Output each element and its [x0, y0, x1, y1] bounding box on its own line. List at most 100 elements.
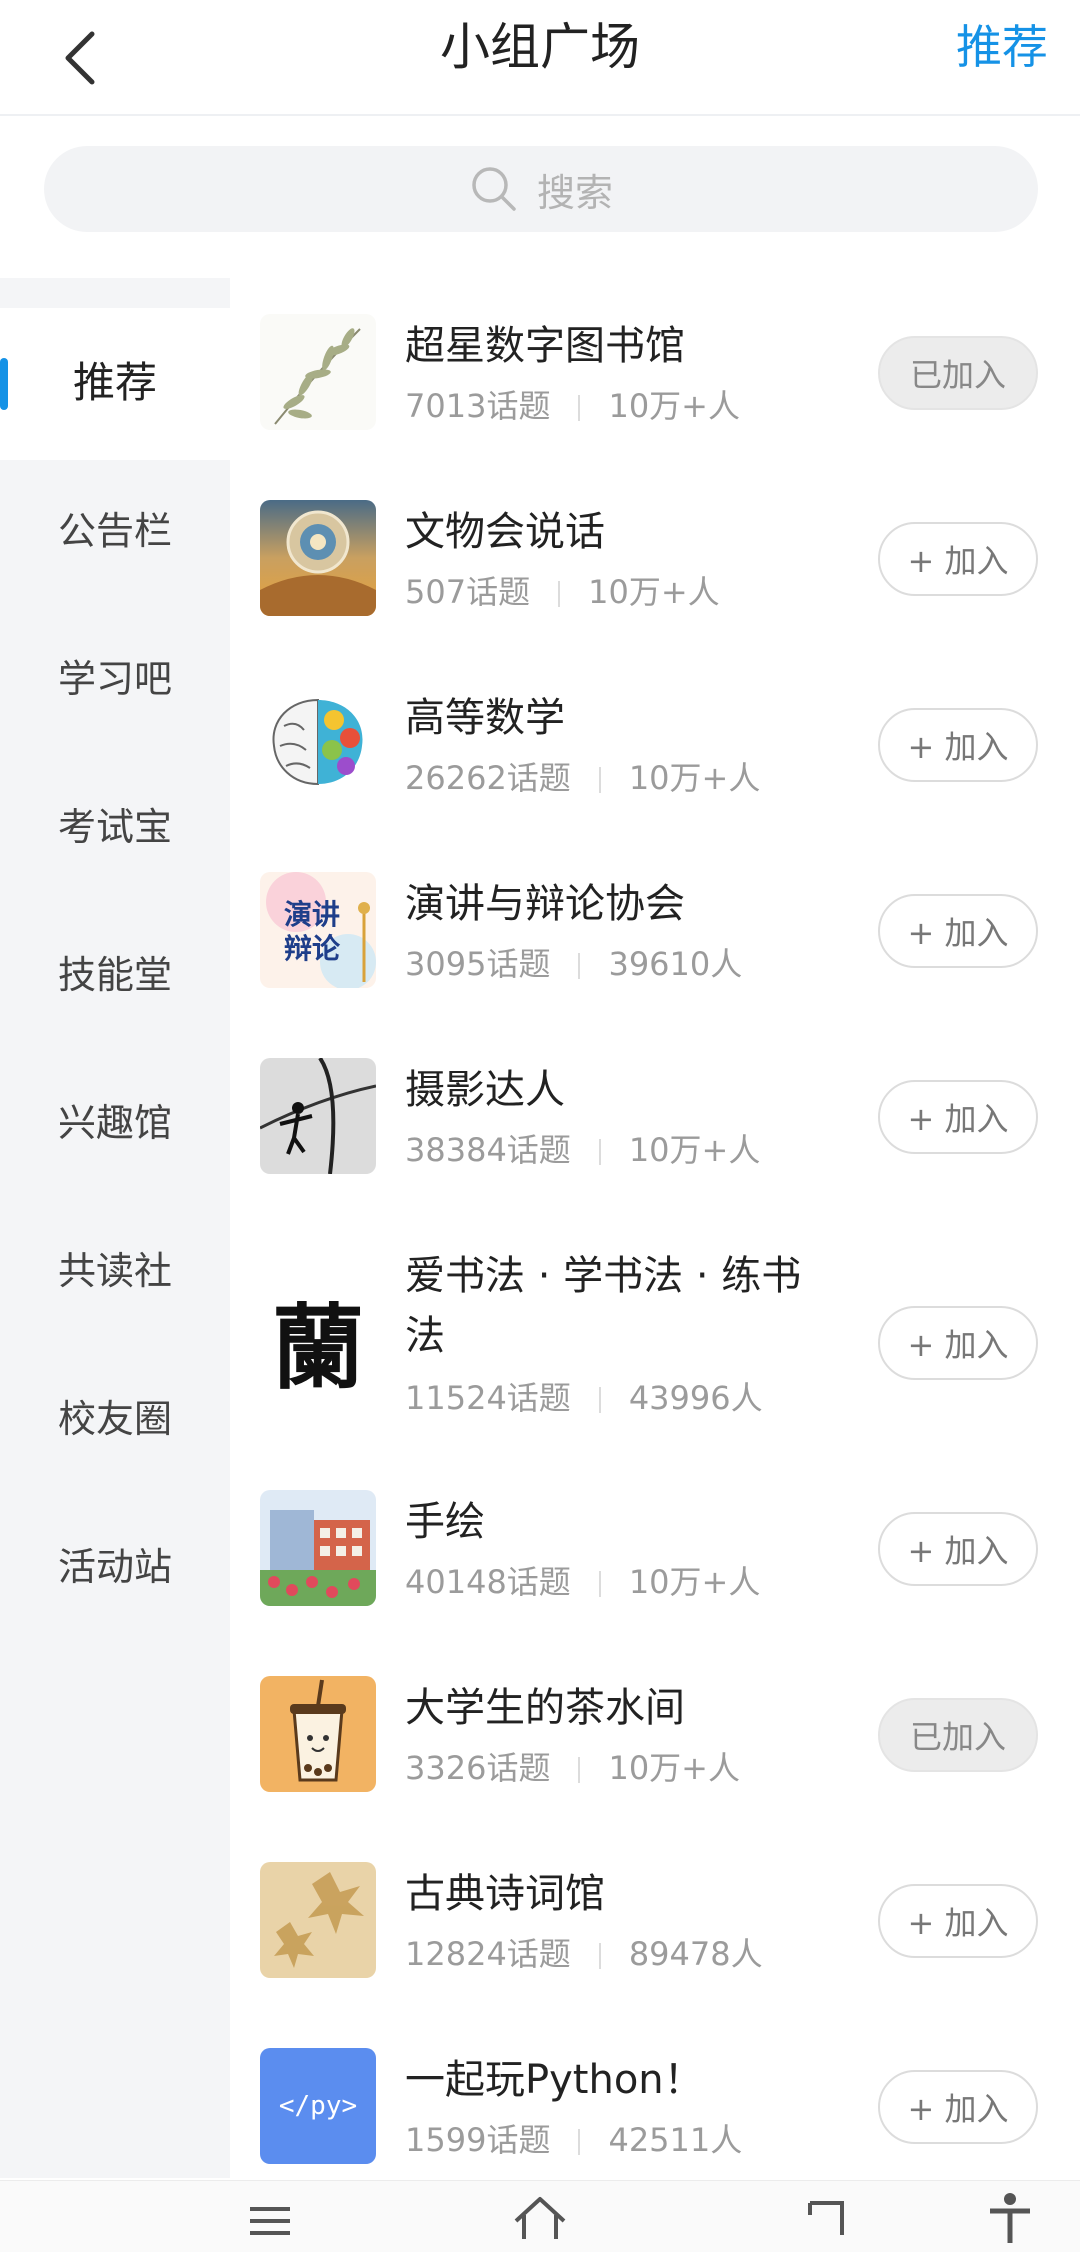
top-bar: 小组广场 推荐	[0, 0, 1080, 116]
join-button[interactable]: + 加入	[878, 1884, 1038, 1958]
list-item[interactable]: 大学生的茶水间 3326话题 10万+人 已加入	[230, 1652, 1080, 1838]
topic-count: 12824话题	[405, 1935, 571, 1973]
group-name: 超星数字图书馆	[405, 323, 685, 369]
group-name: 爱书法 · 学书法 · 练书法	[405, 1253, 802, 1359]
join-button[interactable]: + 加入	[878, 894, 1038, 968]
divider	[598, 1943, 601, 1969]
list-item[interactable]: 摄影达人 38384话题 10万+人 + 加入	[230, 1034, 1080, 1220]
member-count: 10万+人	[628, 759, 761, 797]
divider	[578, 953, 581, 979]
joined-button[interactable]: 已加入	[878, 1698, 1038, 1772]
group-name: 古典诗词馆	[405, 1871, 605, 1917]
join-button[interactable]: + 加入	[878, 1512, 1038, 1586]
group-name: 文物会说话	[405, 509, 605, 555]
join-button[interactable]: + 加入	[878, 1306, 1038, 1380]
group-thumbnail	[260, 500, 376, 616]
join-button[interactable]: + 加入	[878, 1080, 1038, 1154]
member-count: 89478人	[628, 1935, 763, 1973]
group-stats: 26262话题 10万+人	[405, 756, 760, 800]
divider	[578, 395, 581, 421]
thumb-text-line2: 辩论	[284, 932, 341, 965]
group-stats: 40148话题 10万+人	[405, 1560, 760, 1604]
topic-count: 3326话题	[405, 1749, 551, 1787]
group-thumbnail	[260, 686, 376, 802]
sidebar-item-exam[interactable]: 考试宝	[0, 802, 230, 852]
topic-count: 26262话题	[405, 759, 571, 797]
divider	[598, 1571, 601, 1597]
topic-count: 3095话题	[405, 945, 551, 983]
sidebar-item-recommend[interactable]: 推荐	[0, 358, 230, 408]
join-button[interactable]: + 加入	[878, 708, 1038, 782]
list-item[interactable]: 超星数字图书馆 7013话题 10万+人 已加入	[230, 290, 1080, 476]
group-stats: 1599话题 42511人	[405, 2118, 742, 2162]
group-thumbnail: 演讲 辩论	[260, 872, 376, 988]
python-thumb-text: </py>	[278, 2091, 358, 2121]
group-name: 一起玩Python！	[405, 2057, 704, 2103]
divider	[578, 2129, 581, 2155]
category-sidebar	[0, 278, 230, 2178]
list-item[interactable]: 文物会说话 507话题 10万+人 + 加入	[230, 476, 1080, 662]
list-item[interactable]: 高等数学 26262话题 10万+人 + 加入	[230, 662, 1080, 848]
divider	[598, 767, 601, 793]
thumb-calligraphy: 蘭	[272, 1294, 364, 1400]
group-name: 高等数学	[405, 695, 565, 741]
group-stats: 11524话题 43996人	[405, 1376, 763, 1420]
list-item[interactable]: 手绘 40148话题 10万+人 + 加入	[230, 1466, 1080, 1652]
menu-icon[interactable]	[246, 2201, 294, 2241]
system-nav-bar	[0, 2180, 1080, 2252]
group-stats: 12824话题 89478人	[405, 1932, 763, 1976]
member-count: 10万+人	[608, 1749, 740, 1787]
recommend-link[interactable]: 推荐	[956, 18, 1048, 76]
group-name: 摄影达人	[405, 1067, 565, 1113]
sidebar-item-events[interactable]: 活动站	[0, 1542, 230, 1592]
join-button[interactable]: + 加入	[878, 2070, 1038, 2144]
page-title: 小组广场	[440, 18, 640, 76]
group-name: 演讲与辩论协会	[405, 881, 685, 927]
topic-count: 7013话题	[405, 387, 551, 425]
topic-count: 38384话题	[405, 1131, 571, 1169]
list-item[interactable]: 演讲 辩论 演讲与辩论协会 3095话题 39610人 + 加入	[230, 848, 1080, 1034]
search-icon	[472, 167, 516, 211]
list-item[interactable]: 蘭 爱书法 · 学书法 · 练书法 11524话题 43996人 + 加入	[230, 1220, 1080, 1466]
topic-count: 11524话题	[405, 1379, 571, 1417]
group-thumbnail	[260, 1058, 376, 1174]
sidebar-item-skills[interactable]: 技能堂	[0, 950, 230, 1000]
sidebar-item-study[interactable]: 学习吧	[0, 654, 230, 704]
group-thumbnail	[260, 1490, 376, 1606]
joined-button[interactable]: 已加入	[878, 336, 1038, 410]
search-input[interactable]: 搜索	[44, 146, 1038, 232]
member-count: 10万+人	[628, 1131, 761, 1169]
group-thumbnail	[260, 1676, 376, 1792]
search-placeholder: 搜索	[536, 170, 613, 215]
home-icon[interactable]	[510, 2193, 570, 2241]
group-thumbnail	[260, 1862, 376, 1978]
topic-count: 1599话题	[405, 2121, 551, 2159]
sidebar-item-bulletin[interactable]: 公告栏	[0, 506, 230, 556]
topic-count: 507话题	[405, 573, 531, 611]
group-name: 手绘	[405, 1499, 485, 1545]
thumb-text-line1: 演讲	[284, 898, 340, 931]
join-button[interactable]: + 加入	[878, 522, 1038, 596]
topic-count: 40148话题	[405, 1563, 571, 1601]
group-name: 大学生的茶水间	[405, 1685, 685, 1731]
group-stats: 3095话题 39610人	[405, 942, 742, 986]
group-thumbnail: </py>	[260, 2048, 376, 2164]
divider	[598, 1387, 601, 1413]
member-count: 10万+人	[628, 1563, 761, 1601]
member-count: 42511人	[608, 2121, 743, 2159]
member-count: 39610人	[608, 945, 743, 983]
accessibility-icon[interactable]	[988, 2191, 1032, 2243]
member-count: 10万+人	[588, 573, 720, 611]
sidebar-item-reading[interactable]: 共读社	[0, 1246, 230, 1296]
divider	[558, 581, 561, 607]
list-item[interactable]: 古典诗词馆 12824话题 89478人 + 加入	[230, 1838, 1080, 2024]
sidebar-item-interest[interactable]: 兴趣馆	[0, 1098, 230, 1148]
sidebar-item-alumni[interactable]: 校友圈	[0, 1394, 230, 1444]
sidebar-top-cap	[0, 278, 230, 308]
back-icon[interactable]	[800, 2195, 850, 2243]
sidebar-under-cap	[0, 460, 230, 490]
group-stats: 507话题 10万+人	[405, 570, 720, 614]
divider	[598, 1139, 601, 1165]
divider	[578, 1757, 581, 1783]
group-thumbnail	[260, 314, 376, 430]
